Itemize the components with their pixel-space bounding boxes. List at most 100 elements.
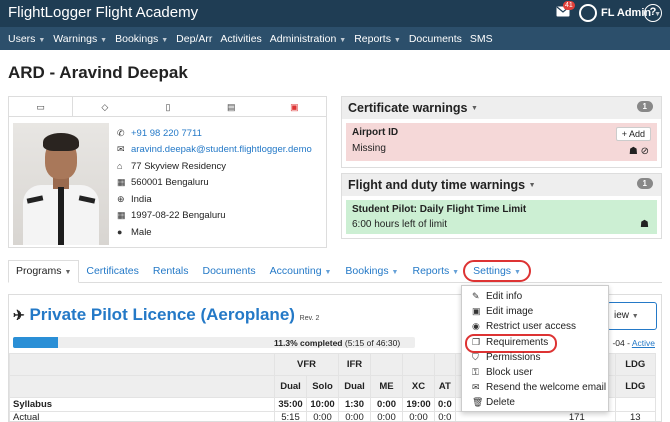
page-title: ARD - Aravind Deepak [8, 63, 188, 82]
copy-icon: ❐ [472, 336, 481, 347]
tab-certificates[interactable]: Certificates [79, 265, 146, 282]
building-icon: ▦ [117, 177, 126, 188]
col-at: AT [434, 375, 456, 398]
profile-photo [13, 123, 109, 245]
duty-warnings-header[interactable]: Flight and duty time warnings ▼ 1 [342, 174, 661, 196]
warning-title: Airport ID [352, 127, 399, 138]
menu-item-permissions[interactable]: ⛉ Permissions [462, 350, 608, 365]
brand-title[interactable]: FlightLogger Flight Academy [8, 4, 198, 21]
col-ifr: IFR [338, 353, 371, 376]
nav-sms[interactable]: SMS [470, 33, 493, 45]
tab-accounting[interactable]: Accounting ▼ [263, 265, 339, 282]
tab-rentals[interactable]: Rentals [146, 265, 196, 282]
add-certificate-button[interactable]: + Add [615, 127, 651, 141]
program-date: -04 - Active [612, 338, 655, 348]
phone-link[interactable]: +91 98 220 7711 [131, 128, 202, 139]
airport-id-warning: Airport ID Missing + Add ☗ ⊘ [346, 123, 657, 161]
student-icon: ☗ [640, 219, 649, 230]
certificate-warnings-header[interactable]: Certificate warnings ▼ 1 [342, 97, 661, 119]
user-avatar-icon[interactable] [579, 4, 597, 22]
col-xc: XC [402, 375, 435, 398]
nav-dep-arr[interactable]: Dep/Arr [176, 33, 212, 45]
col-vfr: VFR [274, 353, 339, 376]
active-link[interactable]: Active [632, 338, 655, 348]
tab-settings[interactable]: Settings ▼ [463, 260, 531, 282]
menu-item-resend-welcome[interactable]: ✉ Resend the welcome email [462, 380, 608, 395]
warning-title: Student Pilot: Daily Flight Time Limit [352, 204, 527, 215]
nav-reports[interactable]: Reports ▼ [354, 33, 401, 45]
col-ldg-top: LDG [614, 353, 656, 376]
col-ldg: LDG [614, 375, 656, 398]
profile-card: ▭ ◇ ▯ ▤ ▣ ✆ +91 98 220 7711 ✉ aravind.deep… [8, 96, 327, 248]
license-tab-icon[interactable]: ▣ [263, 97, 326, 116]
col-ifr-dual: Dual [338, 375, 371, 398]
menu-item-edit-info[interactable]: ✎ Edit info [462, 289, 608, 304]
chevron-down-icon: ▼ [528, 181, 536, 189]
nav-administration[interactable]: Administration ▼ [270, 33, 346, 45]
warning-status: Missing [352, 143, 386, 154]
certificate-warnings-card: Certificate warnings ▼ 1 Airport ID Missi… [341, 96, 662, 168]
view-dropdown-button[interactable]: iew ▼ [607, 302, 657, 330]
postal-text: 560001 Bengaluru [131, 177, 209, 189]
progress-fill [13, 337, 59, 348]
profile-info: ✆ +91 98 220 7711 ✉ aravind.deepak@student… [117, 125, 327, 241]
trash-icon: 🗑 [472, 397, 484, 408]
envelope-icon: ✉ [117, 144, 125, 155]
clipboard-tab-icon[interactable]: ▯ [136, 97, 199, 116]
tab-documents[interactable]: Documents [196, 265, 263, 282]
col-me: ME [370, 375, 403, 398]
progress-text: 11.3% completed (5:15 of 46:30) [274, 338, 401, 348]
menu-item-edit-image[interactable]: ▣ Edit image [462, 304, 608, 319]
student-block-icons: ☗ ⊘ [628, 146, 649, 157]
settings-dropdown-menu: ✎ Edit info ▣ Edit image ◉ Restrict user ac… [461, 285, 609, 412]
menu-item-restrict-access[interactable]: ◉ Restrict user access [462, 319, 608, 334]
warning-count-badge: 1 [636, 101, 653, 112]
tab-reports[interactable]: Reports ▼ [405, 265, 466, 282]
phone-icon: ✆ [117, 127, 125, 138]
table-row: Actual 5:15 0:00 0:00 0:00 0:00 0:0 171 … [9, 411, 656, 421]
calendar-icon: ▦ [117, 210, 126, 221]
airplane-icon: ✈ [13, 307, 25, 323]
address-text: 77 Skyview Residency [131, 160, 227, 172]
tab-bookings[interactable]: Bookings ▼ [338, 265, 405, 282]
warning-status: 6:00 hours left of limit [352, 219, 448, 230]
id-card-tab-icon[interactable]: ▭ [9, 97, 74, 116]
eye-icon: ◉ [472, 321, 480, 332]
birth-text: 1997-08-22 Bengaluru [131, 210, 226, 222]
nav-bookings[interactable]: Bookings ▼ [115, 33, 168, 45]
menu-item-requirements[interactable]: ❐ Requirements [462, 333, 608, 353]
help-icon[interactable]: ? [644, 4, 662, 22]
profile-tabs: ▭ ◇ ▯ ▤ ▣ [9, 97, 326, 117]
main-nav: Users ▼ Warnings ▼ Bookings ▼ Dep/Arr Ac… [0, 27, 670, 50]
chevron-down-icon: ▼ [470, 104, 478, 112]
nav-warnings[interactable]: Warnings ▼ [53, 33, 107, 45]
menu-item-block-user[interactable]: ⚿ Block user [462, 365, 608, 380]
nav-documents[interactable]: Documents [409, 33, 462, 45]
person-icon: ● [117, 227, 123, 238]
envelope-icon: ✉ [472, 382, 480, 393]
pencil-icon: ✎ [472, 291, 480, 302]
col-solo: Solo [306, 375, 339, 398]
program-title[interactable]: ✈ Private Pilot Licence (Aeroplane) Rev.… [13, 305, 319, 325]
gender-text: Male [131, 226, 152, 238]
home-icon: ⌂ [117, 161, 123, 172]
globe-icon: ⊕ [117, 193, 125, 204]
daily-limit-warning: Student Pilot: Daily Flight Time Limit 6… [346, 200, 657, 234]
user-card-tab-icon[interactable]: ▤ [200, 97, 263, 116]
warning-count-badge: 1 [636, 178, 653, 189]
tag-tab-icon[interactable]: ◇ [73, 97, 136, 116]
col-dual: Dual [274, 375, 307, 398]
top-bar: FlightLogger Flight Academy 41 FL Admin … [0, 0, 670, 27]
tab-programs[interactable]: Programs ▼ [8, 260, 80, 283]
shield-icon: ⛉ [472, 351, 479, 362]
user-lock-icon: ⚿ [472, 367, 479, 378]
image-icon: ▣ [472, 306, 481, 317]
country-text: India [131, 193, 152, 205]
menu-item-delete[interactable]: 🗑 Delete [462, 395, 608, 410]
revision-label: Rev. 2 [299, 315, 320, 322]
mail-count-badge: 41 [563, 1, 575, 10]
profile-section-tabs: Programs ▼ Certificates Rentals Document… [8, 260, 662, 283]
email-link[interactable]: aravind.deepak@student.flightlogger.demo [131, 144, 312, 155]
nav-activities[interactable]: Activities [220, 33, 261, 45]
nav-users[interactable]: Users ▼ [8, 33, 45, 45]
